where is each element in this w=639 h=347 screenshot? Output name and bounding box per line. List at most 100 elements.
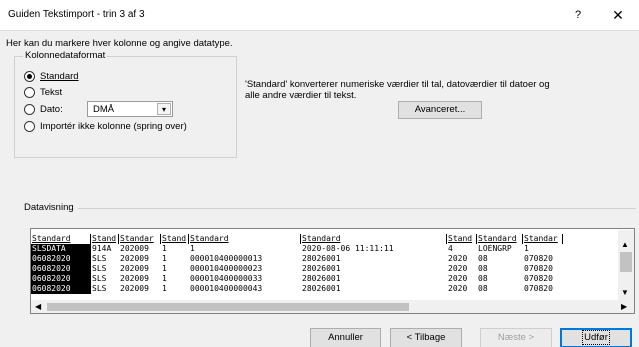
format-description: 'Standard' konverterer numeriske værdier… [245,79,637,101]
table-row: 06082020 SLS 202009 1 000010400000023 2802600… [31,264,619,274]
scroll-up-icon[interactable]: ▲ [621,240,629,249]
column-header[interactable]: Standard [31,234,91,244]
radio-date[interactable]: Dato: [24,102,63,116]
column-header[interactable]: Standar [119,234,161,244]
vertical-scrollbar[interactable]: ▲ ▼ [618,230,634,300]
table-cell[interactable]: 070820 [523,264,563,274]
table-cell[interactable]: 28026001 [301,254,447,264]
table-cell[interactable]: 1 [161,274,189,284]
title-bar: Guiden Tekstimport - trin 3 af 3 ? ✕ [0,0,639,30]
horizontal-scrollbar[interactable]: ◀ ▶ [31,300,634,313]
cancel-button[interactable]: Annuller [310,328,381,347]
table-cell[interactable]: 070820 [523,254,563,264]
radio-standard-label: Standard [40,70,79,82]
table-cell[interactable]: 1 [161,284,189,294]
table-cell[interactable]: 06082020 [31,284,91,294]
instruction-text: Her kan du markere hver kolonne og angiv… [6,38,233,49]
table-cell[interactable]: 08 [477,264,523,274]
column-header[interactable]: Standar [523,234,563,244]
table-cell[interactable]: 000010400000043 [189,284,301,294]
table-cell[interactable]: 08 [477,274,523,284]
format-description-line2: alle andre værdier til tekst. [245,90,357,101]
table-cell[interactable]: 06082020 [31,264,91,274]
table-cell[interactable]: 1 [161,244,189,254]
table-cell[interactable]: 202009 [119,244,161,254]
table-cell[interactable]: 202009 [119,284,161,294]
table-cell[interactable]: 1 [189,244,301,254]
table-row: 06082020 SLS 202009 1 000010400000013 2802600… [31,254,619,264]
column-header[interactable]: Stand [447,234,477,244]
radio-skip-label: Importér ikke kolonne (spring over) [40,120,187,132]
radio-standard[interactable]: Standard [24,69,79,83]
table-cell[interactable]: 28026001 [301,284,447,294]
table-cell[interactable]: SLS [91,284,119,294]
table-cell[interactable]: 1 [161,264,189,274]
help-button[interactable]: ? [568,6,588,24]
scroll-down-icon[interactable]: ▼ [621,288,629,297]
table-cell[interactable]: 070820 [523,274,563,284]
radio-text[interactable]: Tekst [24,85,62,99]
preview-label: Datavisning [24,202,74,213]
table-cell[interactable]: 202009 [119,254,161,264]
radio-standard-indicator[interactable] [24,70,35,82]
table-cell[interactable]: 2020 [447,274,477,284]
finish-button[interactable]: Udfør [560,328,632,347]
back-button[interactable]: < Tilbage [390,328,462,347]
dialog-body: Her kan du markere hver kolonne og angiv… [0,30,639,347]
table-cell[interactable]: 000010400000033 [189,274,301,284]
chevron-down-icon[interactable]: ▾ [157,103,171,115]
column-header[interactable]: Standard [301,234,447,244]
next-button: Næste > [480,328,552,347]
table-cell[interactable]: SLS [91,274,119,284]
table-cell[interactable]: 914A [91,244,119,254]
advanced-button[interactable]: Avanceret... [398,101,482,119]
radio-skip[interactable]: Importér ikke kolonne (spring over) [24,119,187,133]
table-cell[interactable]: 202009 [119,274,161,284]
preview-grid[interactable]: Standard Stand Standar Stand Standard Standar… [31,229,619,294]
table-cell[interactable]: 28026001 [301,264,447,274]
table-cell[interactable]: 2020-08-06 11:11:11 [301,244,447,254]
radio-skip-indicator[interactable] [24,120,35,132]
table-cell[interactable]: 2020 [447,264,477,274]
column-format-group: Kolonnedataformat Standard Tekst Dato: D… [14,50,237,158]
vertical-scroll-thumb[interactable] [620,252,632,272]
data-preview[interactable]: Standard Stand Standar Stand Standard Standar… [30,228,635,314]
table-cell[interactable]: 2020 [447,284,477,294]
radio-text-label: Tekst [40,86,63,98]
horizontal-scroll-thumb[interactable] [47,303,409,311]
column-header[interactable]: Stand [91,234,119,244]
scroll-left-icon[interactable]: ◀ [35,302,41,311]
table-cell[interactable]: 202009 [119,264,161,274]
column-header-row: Standard Stand Standar Stand Standard Standar… [31,234,619,244]
radio-date-indicator[interactable] [24,103,35,115]
preview-divider [78,208,636,209]
table-cell[interactable]: 06082020 [31,274,91,284]
table-cell[interactable]: 08 [477,284,523,294]
table-cell[interactable]: SLSDATA [31,244,91,254]
table-cell[interactable]: LOENGRP [477,244,523,254]
format-description-line1: 'Standard' konverterer numeriske værdier… [245,79,550,90]
table-cell[interactable]: 1 [523,244,563,254]
table-cell[interactable]: 2020 [447,254,477,264]
scroll-right-icon[interactable]: ▶ [621,302,627,311]
finish-button-label: Udfør [582,330,610,345]
table-cell[interactable]: 28026001 [301,274,447,284]
table-cell[interactable]: 08 [477,254,523,264]
table-cell[interactable]: 4 [447,244,477,254]
table-cell[interactable]: 000010400000013 [189,254,301,264]
table-cell[interactable]: 06082020 [31,254,91,264]
table-cell[interactable]: 070820 [523,284,563,294]
column-header[interactable]: Standard [189,234,301,244]
table-cell[interactable]: 1 [161,254,189,264]
radio-text-indicator[interactable] [24,86,35,98]
table-row: 06082020 SLS 202009 1 000010400000033 2802600… [31,274,619,284]
column-format-legend: Kolonnedataformat [23,50,108,61]
column-header[interactable]: Standard [477,234,523,244]
date-format-select[interactable]: DMÅ ▾ [87,101,173,117]
table-cell[interactable]: SLS [91,254,119,264]
radio-date-label: Dato: [40,103,63,115]
table-cell[interactable]: SLS [91,264,119,274]
table-cell[interactable]: 000010400000023 [189,264,301,274]
close-icon[interactable]: ✕ [606,5,630,25]
column-header[interactable]: Stand [161,234,189,244]
